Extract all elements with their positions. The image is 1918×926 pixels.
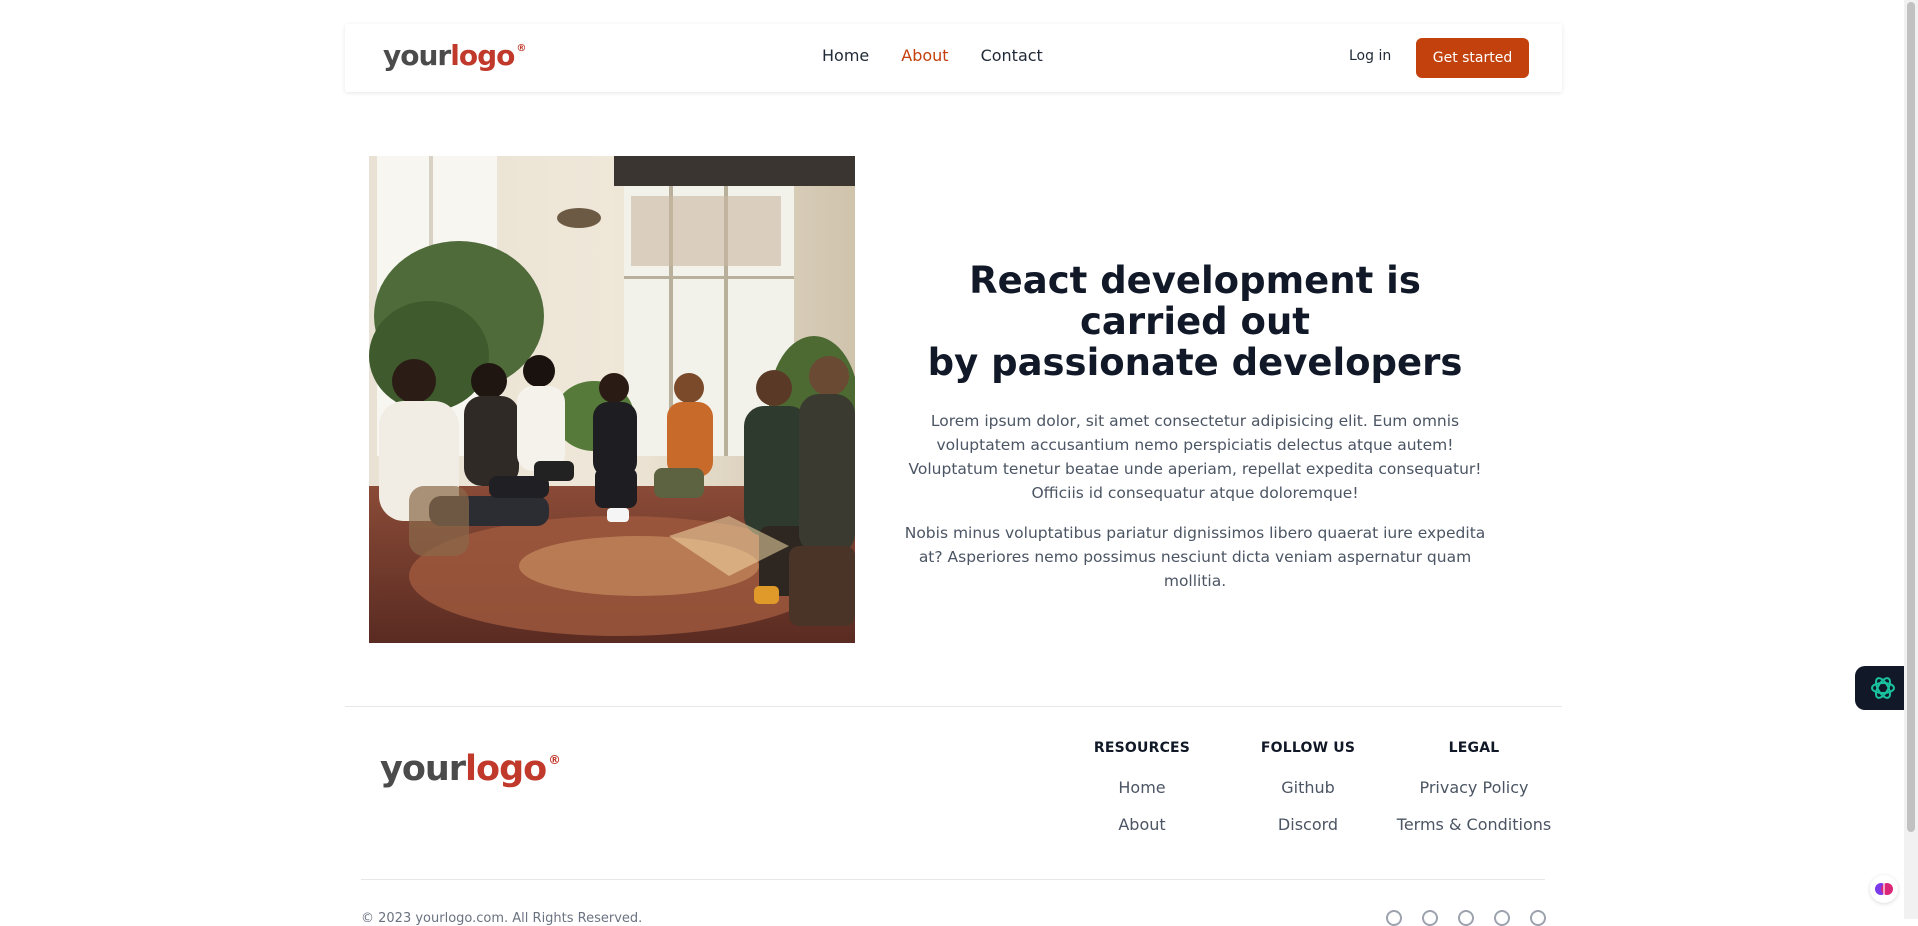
nav-link-home[interactable]: Home <box>822 46 869 65</box>
footer-link-terms[interactable]: Terms & Conditions <box>1394 815 1554 834</box>
discord-icon[interactable] <box>1422 910 1438 926</box>
social-links <box>1386 910 1546 926</box>
dribbble-icon[interactable] <box>1530 910 1546 926</box>
footer-column-legal: LEGAL Privacy Policy Terms & Conditions <box>1394 740 1554 834</box>
hero-text: React development is carried out by pass… <box>903 260 1487 593</box>
footer-column-resources: RESOURCES Home About <box>1082 740 1202 834</box>
get-started-button[interactable]: Get started <box>1416 38 1529 78</box>
brain-icon <box>1875 883 1893 895</box>
footer-divider-bottom <box>361 879 1545 880</box>
openai-icon <box>1870 677 1895 699</box>
main-nav: Home About Contact <box>822 46 1043 65</box>
footer-column-follow-us: FOLLOW US Github Discord <box>1248 740 1368 834</box>
login-link[interactable]: Log in <box>1349 48 1391 64</box>
footer-divider-top <box>345 706 1562 707</box>
hero-image <box>369 156 855 643</box>
twitter-icon[interactable] <box>1458 910 1474 926</box>
footer-link-about[interactable]: About <box>1082 815 1202 834</box>
footer-heading-resources: RESOURCES <box>1093 740 1191 756</box>
github-icon[interactable] <box>1494 910 1510 926</box>
footer-link-privacy-policy[interactable]: Privacy Policy <box>1394 778 1554 797</box>
footer-heading-follow-us: FOLLOW US <box>1260 740 1356 756</box>
footer-link-github[interactable]: Github <box>1248 778 1368 797</box>
hero-paragraph-1: Lorem ipsum dolor, sit amet consectetur … <box>908 412 1482 502</box>
nav-link-about[interactable]: About <box>901 46 948 65</box>
footer-logo[interactable]: yourlogo ® <box>380 752 561 787</box>
nav-link-contact[interactable]: Contact <box>981 46 1043 65</box>
extension-button[interactable] <box>1870 875 1898 903</box>
footer-heading-legal: LEGAL <box>1448 740 1500 756</box>
title-line-2: by passionate developers <box>927 341 1463 384</box>
footer-link-discord[interactable]: Discord <box>1248 815 1368 834</box>
header-logo[interactable]: yourlogo ® <box>383 42 526 70</box>
page-title: React development is carried out by pass… <box>903 260 1487 383</box>
page-scrollbar[interactable] <box>1904 0 1918 919</box>
footer-link-home[interactable]: Home <box>1082 778 1202 797</box>
ai-assistant-button[interactable] <box>1855 666 1910 710</box>
site-header: yourlogo ® Home About Contact Log in Get … <box>345 24 1562 92</box>
scrollbar-thumb[interactable] <box>1907 2 1915 832</box>
facebook-icon[interactable] <box>1386 910 1402 926</box>
title-line-1: React development is carried out <box>969 259 1421 343</box>
hero-paragraph-2: Nobis minus voluptatibus pariatur dignis… <box>904 524 1486 590</box>
